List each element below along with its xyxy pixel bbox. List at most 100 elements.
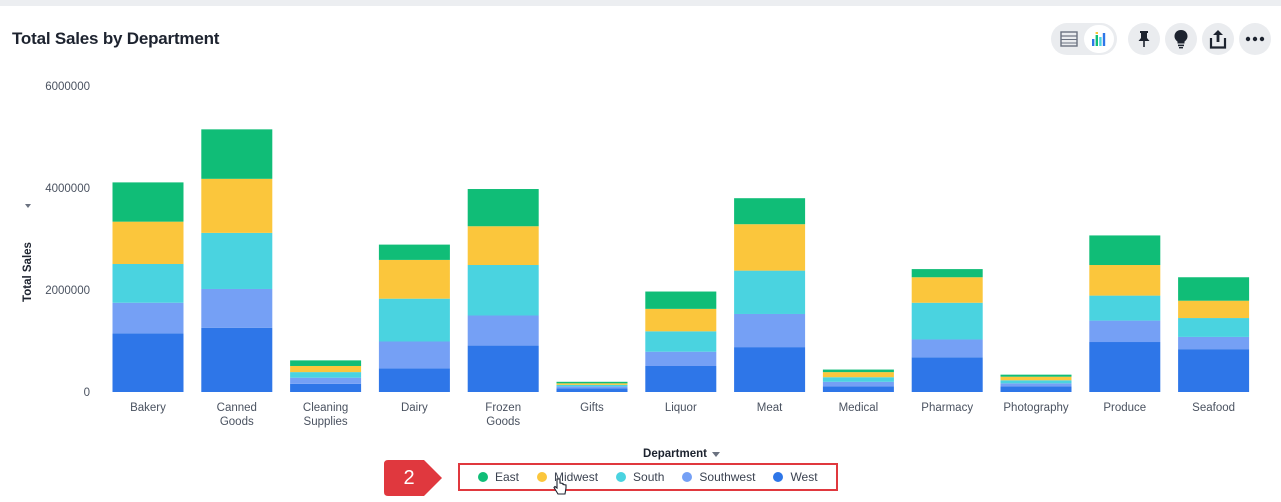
legend-item[interactable]: West	[773, 470, 818, 484]
x-category-label: Produce	[1103, 402, 1146, 414]
bar-segment[interactable]	[645, 365, 717, 392]
bar-segment[interactable]	[734, 270, 806, 314]
bar-segment[interactable]	[201, 129, 273, 179]
bar-segment[interactable]	[911, 357, 983, 392]
x-category-label: Dairy	[401, 402, 428, 414]
bar-segment[interactable]	[378, 259, 450, 299]
bar-segment[interactable]	[1089, 235, 1161, 266]
legend-label: West	[790, 470, 818, 484]
x-category-label: Canned Goods	[217, 402, 257, 428]
legend-swatch	[682, 472, 693, 482]
bar-segment[interactable]	[467, 189, 539, 227]
bar-segment[interactable]	[467, 265, 539, 316]
legend-swatch	[478, 472, 488, 482]
bar-segment[interactable]	[201, 232, 273, 289]
more-icon	[1245, 36, 1265, 42]
bar-segment[interactable]	[290, 377, 362, 384]
bar-segment[interactable]	[378, 368, 450, 392]
bar-segment[interactable]	[734, 224, 806, 271]
bar-segment[interactable]	[1000, 386, 1072, 392]
bar-segment[interactable]	[1178, 277, 1250, 301]
bar-segment[interactable]	[1000, 376, 1072, 381]
bar-segment[interactable]	[645, 331, 717, 352]
bar-segment[interactable]	[290, 372, 362, 378]
bar-segment[interactable]	[1178, 318, 1250, 337]
bar-segment[interactable]	[911, 302, 983, 340]
bar-segment[interactable]	[1089, 320, 1161, 343]
y-tick-label: 2000000	[45, 285, 90, 297]
bar-segment[interactable]	[556, 381, 628, 384]
bar-segment[interactable]	[378, 244, 450, 260]
legend-item[interactable]: Midwest	[537, 470, 598, 484]
bar-segment[interactable]	[556, 386, 628, 389]
bar-segment[interactable]	[911, 269, 983, 278]
bar-segment[interactable]	[467, 315, 539, 346]
bar-segment[interactable]	[1089, 265, 1161, 296]
bar-segment[interactable]	[822, 377, 894, 382]
bar-segment[interactable]	[1000, 374, 1072, 377]
bar-segment[interactable]	[556, 383, 628, 385]
pin-button[interactable]	[1128, 23, 1160, 55]
bar-segment[interactable]	[1178, 336, 1250, 350]
more-options-button[interactable]	[1239, 23, 1271, 55]
legend-item[interactable]: East	[478, 470, 519, 484]
hand-cursor-icon	[553, 478, 567, 495]
legend-swatch	[616, 472, 627, 482]
table-view-button[interactable]	[1054, 25, 1084, 53]
y-axis-title[interactable]: Total Sales	[22, 242, 34, 302]
bar-segment[interactable]	[1178, 349, 1250, 392]
bar-segment[interactable]	[911, 339, 983, 358]
x-axis-categories: Bakery Canned Goods Cleaning Supplies Dairy Fr…	[130, 402, 1235, 428]
bar-segment[interactable]	[734, 347, 806, 392]
x-category-label: Liquor	[665, 402, 697, 414]
bar-segment[interactable]	[1089, 295, 1161, 321]
top-strip	[0, 0, 1281, 6]
bar-segment[interactable]	[645, 308, 717, 332]
bar-segment[interactable]	[645, 351, 717, 366]
bar-segment[interactable]	[1000, 383, 1072, 387]
share-button[interactable]	[1202, 23, 1234, 55]
bar-segment[interactable]	[734, 313, 806, 348]
bar-segment[interactable]	[112, 221, 184, 264]
bar-segment[interactable]	[290, 383, 362, 392]
bar-segment[interactable]	[911, 277, 983, 303]
bar-segment[interactable]	[822, 369, 894, 373]
x-category-label: Gifts	[580, 402, 604, 414]
view-toggle[interactable]	[1051, 23, 1117, 55]
bar-segment[interactable]	[201, 288, 273, 328]
y-axis-ticks: 0 2000000 4000000 6000000	[45, 81, 90, 399]
bar-segment[interactable]	[556, 388, 628, 392]
bar-segment[interactable]	[645, 291, 717, 309]
bar-segment[interactable]	[112, 302, 184, 334]
x-axis-label[interactable]: Department	[643, 448, 707, 460]
bar-segment[interactable]	[378, 341, 450, 369]
bar-segment[interactable]	[734, 198, 806, 225]
bar-segment[interactable]	[290, 360, 362, 366]
insights-button[interactable]	[1165, 23, 1197, 55]
x-category-label: Bakery	[130, 402, 166, 414]
legend-item[interactable]: Southwest	[682, 470, 755, 484]
bar-segment[interactable]	[201, 327, 273, 392]
bar-segment[interactable]	[201, 178, 273, 233]
bar-segment[interactable]	[556, 384, 628, 387]
bar-segment[interactable]	[467, 345, 539, 392]
bar-segment[interactable]	[1178, 300, 1250, 319]
bar-segment[interactable]	[290, 365, 362, 373]
legend-label: Southwest	[699, 470, 756, 484]
bar-segment[interactable]	[822, 386, 894, 392]
bar-segment[interactable]	[1089, 342, 1161, 392]
y-axis-sort-icon[interactable]	[25, 204, 31, 208]
table-icon	[1060, 31, 1078, 47]
chart-view-button[interactable]	[1084, 25, 1114, 53]
bar-segment[interactable]	[822, 372, 894, 378]
bar-segment[interactable]	[378, 298, 450, 342]
bar-segment[interactable]	[112, 263, 184, 303]
bar-segment[interactable]	[1000, 380, 1072, 384]
bar-segment[interactable]	[822, 381, 894, 387]
bar-segment[interactable]	[112, 333, 184, 392]
bar-segment[interactable]	[467, 226, 539, 266]
bar-segment[interactable]	[112, 182, 184, 222]
legend-item[interactable]: South	[616, 470, 664, 484]
lightbulb-icon	[1174, 30, 1188, 49]
x-axis-sort-icon[interactable]	[712, 452, 720, 457]
